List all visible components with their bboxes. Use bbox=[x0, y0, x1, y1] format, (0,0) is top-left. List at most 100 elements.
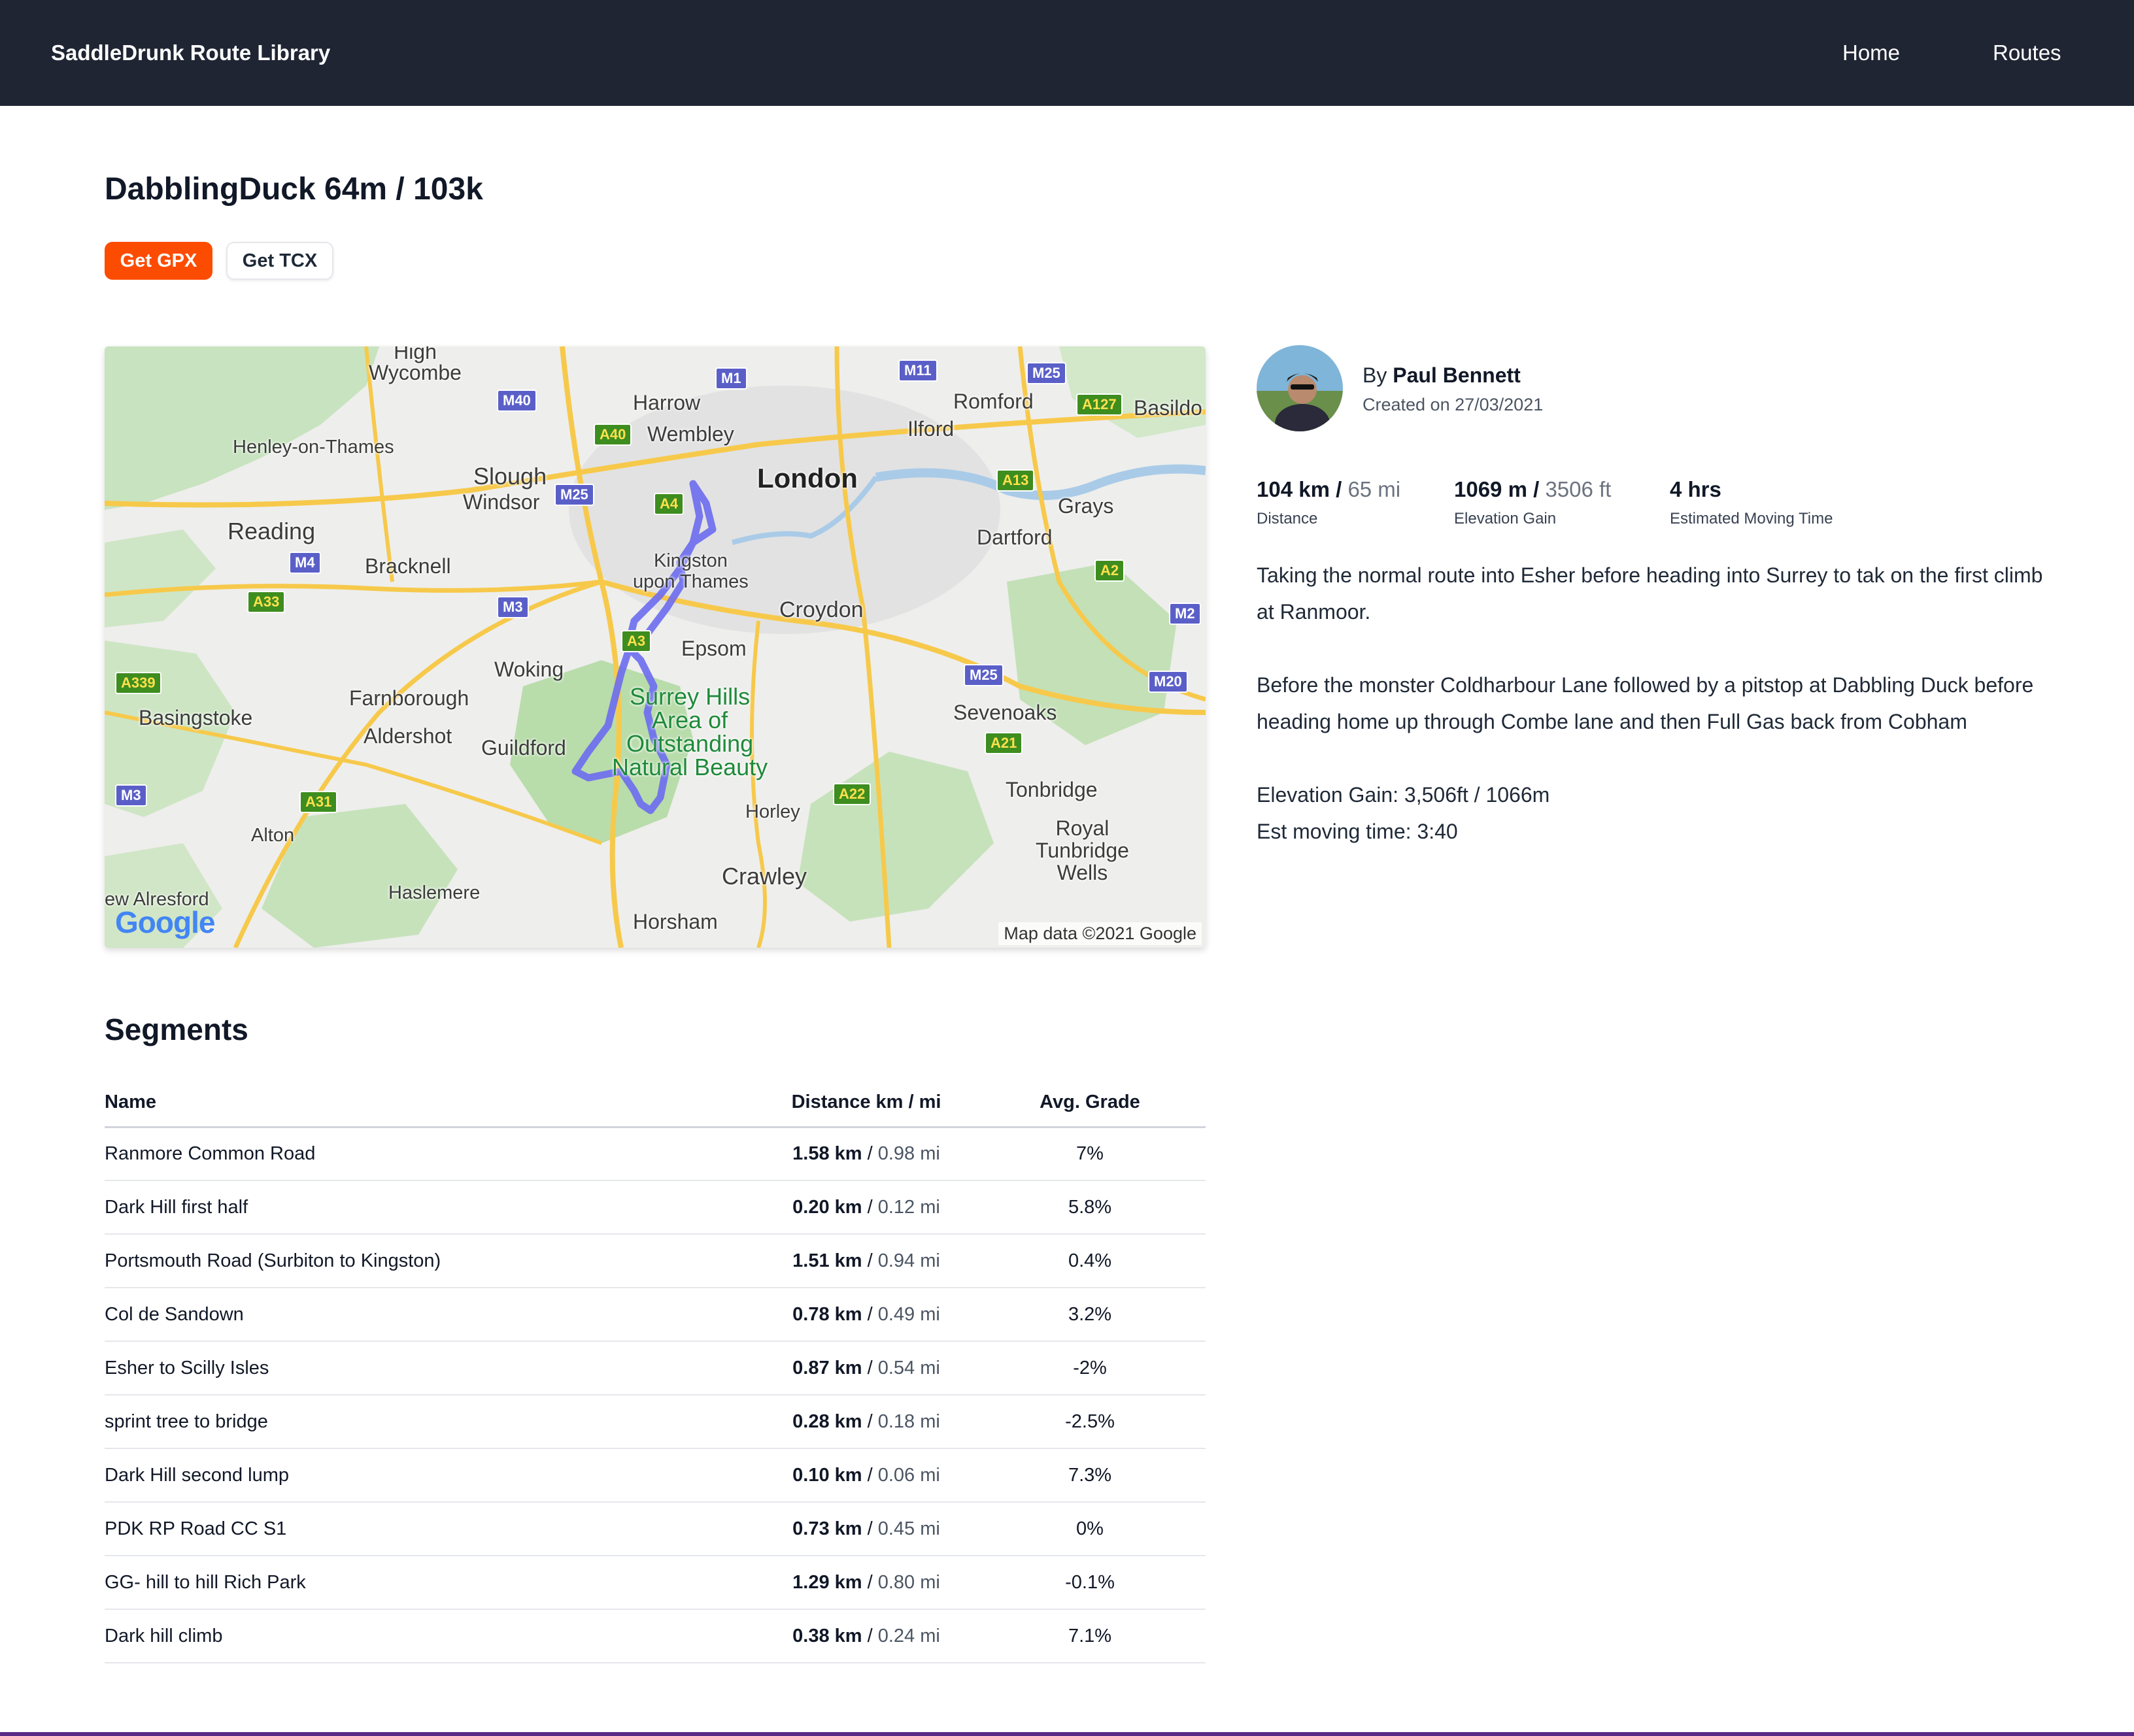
table-row[interactable]: Ranmore Common Road 1.58 km / 0.98 mi 7% bbox=[105, 1127, 1206, 1181]
segment-name: Col de Sandown bbox=[105, 1288, 758, 1342]
road-shield-a3: A3 bbox=[621, 630, 652, 652]
segment-distance-mi: 0.06 mi bbox=[877, 1464, 940, 1486]
map-label-windsor: Windsor bbox=[463, 490, 540, 514]
map-label-tonbridge: Tonbridge bbox=[1006, 778, 1098, 801]
map-label-wembley: Wembley bbox=[647, 422, 734, 446]
map-label-kingston: Kingston upon Thames bbox=[633, 550, 749, 592]
description-paragraph-2: Before the monster Coldharbour Lane foll… bbox=[1257, 673, 2034, 733]
segment-grade: 5.8% bbox=[974, 1180, 1206, 1235]
map-label-dartford: Dartford bbox=[977, 526, 1053, 549]
map-label-croydon: Croydon bbox=[779, 597, 864, 622]
moving-time-label: Estimated Moving Time bbox=[1670, 510, 1833, 527]
segment-distance-km: 1.29 km bbox=[792, 1571, 862, 1593]
author-name[interactable]: Paul Bennett bbox=[1393, 363, 1521, 387]
segment-distance: 0.20 km / 0.12 mi bbox=[758, 1180, 974, 1235]
table-row[interactable]: GG- hill to hill Rich Park 1.29 km / 0.80… bbox=[105, 1556, 1206, 1610]
description-paragraph-1: Taking the normal route into Esher befor… bbox=[1257, 563, 2043, 624]
elevation-ft: 3506 ft bbox=[1545, 477, 1612, 501]
road-shield-a40: A40 bbox=[594, 424, 632, 446]
author-byline: By Paul Bennett bbox=[1363, 363, 1521, 388]
segment-name: Esher to Scilly Isles bbox=[105, 1341, 758, 1395]
map-label-horsham: Horsham bbox=[633, 910, 718, 933]
nav-home-link[interactable]: Home bbox=[1842, 41, 1900, 65]
table-row[interactable]: Dark hill climb 0.38 km / 0.24 mi 7.1% bbox=[105, 1609, 1206, 1663]
segment-distance-mi: 0.24 mi bbox=[877, 1625, 940, 1646]
segment-grade: 7% bbox=[974, 1127, 1206, 1181]
table-row[interactable]: Col de Sandown 0.78 km / 0.49 mi 3.2% bbox=[105, 1288, 1206, 1342]
stat-moving-time: 4 hrs Estimated Moving Time bbox=[1670, 477, 1833, 528]
table-row[interactable]: sprint tree to bridge 0.28 km / 0.18 mi -2… bbox=[105, 1395, 1206, 1449]
map-label-horley: Horley bbox=[745, 801, 800, 822]
map-attribution: Map data ©2021 Google bbox=[998, 922, 1202, 945]
road-shield-a339: A339 bbox=[115, 672, 161, 694]
segment-distance: 1.58 km / 0.98 mi bbox=[758, 1127, 974, 1181]
segment-distance-km: 0.78 km bbox=[792, 1303, 862, 1325]
segment-distance-mi: 0.54 mi bbox=[877, 1357, 940, 1378]
map-label-basildon: Basildo bbox=[1134, 396, 1202, 420]
route-map[interactable]: High Wycombe Harrow Wembley Romford Basi… bbox=[105, 346, 1206, 948]
segment-grade: 7.3% bbox=[974, 1448, 1206, 1503]
road-shield-m25: M25 bbox=[1026, 362, 1066, 384]
table-row[interactable]: Dark Hill first half 0.20 km / 0.12 mi 5.8… bbox=[105, 1180, 1206, 1235]
map-label-aldershot: Aldershot bbox=[364, 724, 452, 748]
stat-elevation: 1069 m / 3506 ft Elevation Gain bbox=[1454, 477, 1611, 528]
header-grade: Avg. Grade bbox=[974, 1078, 1206, 1128]
segment-distance-km: 0.38 km bbox=[792, 1625, 862, 1646]
segment-grade: 0.4% bbox=[974, 1234, 1206, 1288]
segment-grade: -0.1% bbox=[974, 1556, 1206, 1610]
description-elevation: Elevation Gain: 3,506ft / 1066m bbox=[1257, 783, 1550, 807]
header-distance: Distance km / mi bbox=[758, 1078, 974, 1128]
road-shield-m40: M40 bbox=[497, 390, 537, 412]
road-shield-a22: A22 bbox=[833, 783, 872, 805]
segment-distance-mi: 0.80 mi bbox=[877, 1571, 940, 1593]
segment-distance: 1.29 km / 0.80 mi bbox=[758, 1556, 974, 1610]
road-shield-a13: A13 bbox=[996, 469, 1035, 492]
brand-link[interactable]: SaddleDrunk Route Library bbox=[51, 41, 330, 65]
distance-km: 104 km / bbox=[1257, 477, 1342, 501]
segment-name: Ranmore Common Road bbox=[105, 1127, 758, 1181]
map-label-basingstoke: Basingstoke bbox=[139, 706, 253, 729]
map-label-royal-tunbridge-wells: Royal Tunbridge Wells bbox=[1036, 816, 1129, 884]
segment-distance: 0.38 km / 0.24 mi bbox=[758, 1609, 974, 1663]
segment-distance-mi: 0.94 mi bbox=[877, 1250, 940, 1271]
get-tcx-button[interactable]: Get TCX bbox=[226, 242, 333, 280]
segment-name: Dark hill climb bbox=[105, 1609, 758, 1663]
get-gpx-button[interactable]: Get GPX bbox=[105, 242, 212, 280]
created-date: Created on 27/03/2021 bbox=[1363, 395, 1544, 414]
map-label-reading: Reading bbox=[228, 518, 316, 544]
segment-grade: 0% bbox=[974, 1502, 1206, 1556]
segment-distance-km: 0.87 km bbox=[792, 1357, 862, 1378]
segment-name: GG- hill to hill Rich Park bbox=[105, 1556, 758, 1610]
road-shield-a31: A31 bbox=[299, 791, 338, 813]
map-label-henley: Henley-on-Thames bbox=[233, 437, 394, 458]
elevation-m: 1069 m / bbox=[1454, 477, 1540, 501]
segment-name: Dark Hill first half bbox=[105, 1180, 758, 1235]
table-header-row: Name Distance km / mi Avg. Grade bbox=[105, 1078, 1206, 1128]
description-moving-time: Est moving time: 3:40 bbox=[1257, 820, 1458, 843]
segment-distance: 0.87 km / 0.54 mi bbox=[758, 1341, 974, 1395]
map-label-high-wycombe: High Wycombe bbox=[369, 346, 462, 384]
road-shield-m25-south: M25 bbox=[964, 664, 1004, 686]
map-label-grays: Grays bbox=[1058, 494, 1114, 518]
segment-distance: 0.10 km / 0.06 mi bbox=[758, 1448, 974, 1503]
road-shield-a127: A127 bbox=[1076, 393, 1123, 416]
road-shield-m11: M11 bbox=[898, 359, 938, 382]
nav-routes-link[interactable]: Routes bbox=[1993, 41, 2061, 65]
segment-distance: 0.78 km / 0.49 mi bbox=[758, 1288, 974, 1342]
segments-table: Name Distance km / mi Avg. Grade Ranmore… bbox=[105, 1078, 1206, 1663]
map-label-guildford: Guildford bbox=[481, 736, 566, 760]
moving-time-value: 4 hrs bbox=[1670, 477, 1721, 501]
table-row[interactable]: PDK RP Road CC S1 0.73 km / 0.45 mi 0% bbox=[105, 1502, 1206, 1556]
table-row[interactable]: Dark Hill second lump 0.10 km / 0.06 mi 7.… bbox=[105, 1448, 1206, 1503]
segment-distance-km: 0.28 km bbox=[792, 1410, 862, 1432]
road-shield-a2: A2 bbox=[1094, 559, 1125, 582]
table-row[interactable]: Esher to Scilly Isles 0.87 km / 0.54 mi -2… bbox=[105, 1341, 1206, 1395]
road-shield-m3: M3 bbox=[497, 596, 529, 618]
map-label-bracknell: Bracknell bbox=[365, 554, 451, 578]
stat-distance: 104 km / 65 mi Distance bbox=[1257, 477, 1400, 528]
table-row[interactable]: Portsmouth Road (Surbiton to Kingston) 1.… bbox=[105, 1234, 1206, 1288]
map-label-farnborough: Farnborough bbox=[349, 686, 469, 710]
segment-distance-km: 0.73 km bbox=[792, 1518, 862, 1539]
road-shield-m2: M2 bbox=[1169, 603, 1201, 625]
map-label-epsom: Epsom bbox=[681, 637, 747, 660]
